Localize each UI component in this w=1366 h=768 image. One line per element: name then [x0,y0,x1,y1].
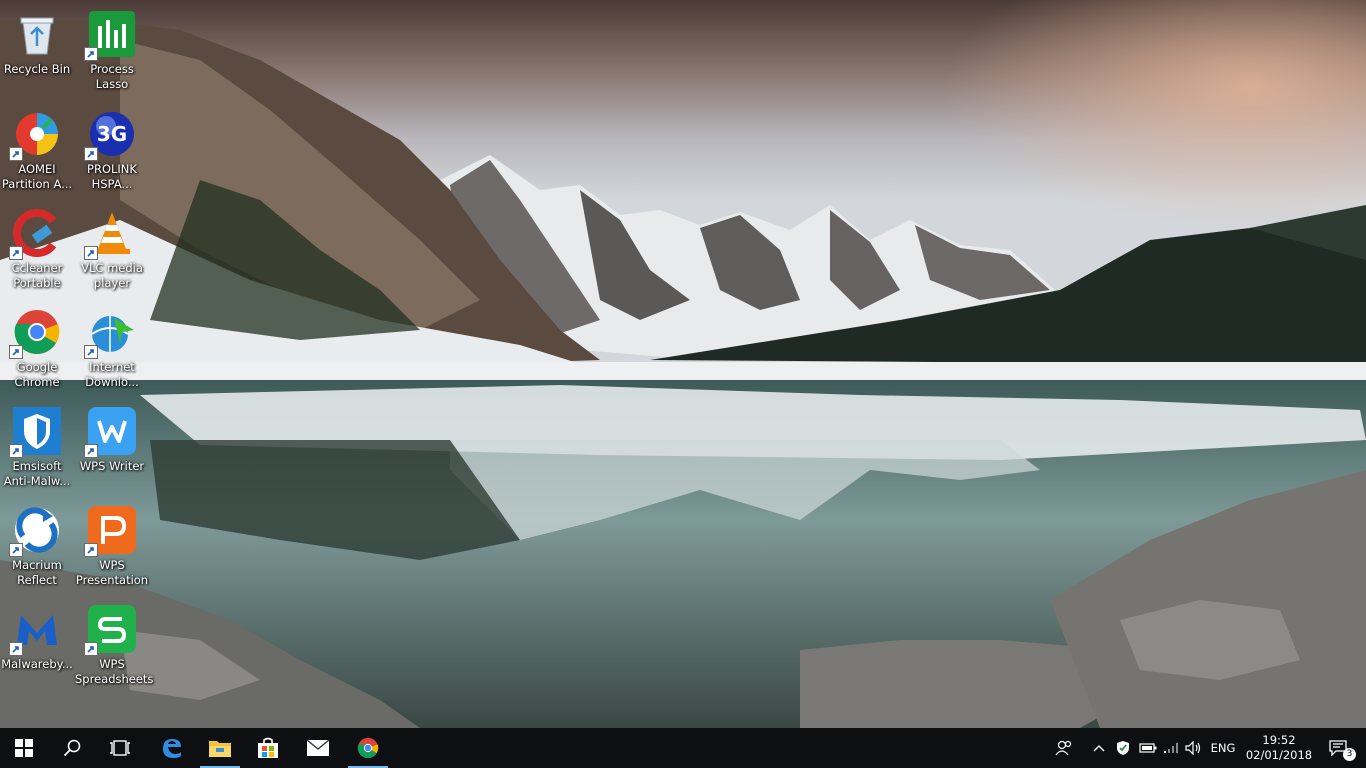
network-tray-button[interactable] [1160,728,1182,768]
shield-icon [1117,741,1129,755]
ccleaner-icon [9,209,61,260]
task-view-button[interactable] [96,728,144,768]
store-icon [258,737,278,758]
desktop-icon-label: Process Lasso [90,62,134,91]
desktop-icon-emsisoft[interactable]: Emsisoft Anti-Malw... [0,401,74,491]
desktop-icon-vlc[interactable]: VLC media player [75,203,149,293]
desktop-icon-label: Macrium Reflect [12,558,62,587]
desktop-icon-wps-presentation[interactable]: WPS Presentation [75,500,149,590]
start-icon [15,739,33,757]
desktop-icon-label: Malwareby... [1,657,73,671]
shortcut-arrow-icon [84,543,98,557]
clock-time: 19:52 [1262,733,1296,747]
defender-tray-button[interactable] [1112,728,1134,768]
vlc-icon [84,209,136,260]
desktop-icon-malwarebytes[interactable]: Malwareby... [0,599,74,689]
desktop-icon-ccleaner[interactable]: Ccleaner Portable [0,203,74,293]
macrium-reflect-icon [9,506,61,557]
clock-button[interactable]: 19:52 02/01/2018 [1240,728,1318,768]
desktop-icon-prolink-hspa[interactable]: 3G PROLINK HSPA... [75,104,149,194]
desktop: Recycle Bin Process Lasso AOMEI Partitio… [0,0,1366,728]
shortcut-arrow-icon [9,246,23,260]
prolink-3g-icon: 3G [84,110,136,161]
shortcut-arrow-icon [9,642,23,656]
desktop-icon-internet-download-manager[interactable]: Internet Downlo... [75,302,149,392]
desktop-icon-label: Google Chrome [14,360,60,389]
emsisoft-icon [9,407,61,458]
desktop-icon-aomei-partition[interactable]: AOMEI Partition A... [0,104,74,194]
chrome-icon [9,308,61,359]
speaker-icon [1185,741,1201,755]
taskbar-file-explorer[interactable] [196,728,244,768]
shortcut-arrow-icon [9,543,23,557]
shortcut-arrow-icon [84,47,98,61]
action-center-button[interactable]: 3 [1318,728,1358,768]
people-button[interactable] [1050,728,1078,768]
shortcut-arrow-icon [9,147,23,161]
shortcut-arrow-icon [9,444,23,458]
desktop-icon-label: PROLINK HSPA... [87,162,137,191]
battery-icon [1139,743,1157,753]
edge-icon [163,739,181,758]
start-button[interactable] [0,728,48,768]
taskbar-mail[interactable] [292,728,344,768]
shortcut-arrow-icon [84,147,98,161]
desktop-icon-label: WPS Spreadsheets [75,657,154,686]
taskbar-chrome[interactable] [344,728,392,768]
battery-tray-button[interactable] [1136,728,1160,768]
desktop-icon-label: WPS Presentation [75,558,149,587]
desktop-icon-label: Recycle Bin [3,62,71,76]
desktop-icon-macrium-reflect[interactable]: Macrium Reflect [0,500,74,590]
desktop-icon-label: WPS Writer [79,459,145,473]
recycle-bin-icon [13,10,61,58]
desktop-icon-google-chrome[interactable]: Google Chrome [0,302,74,392]
task-view-icon [110,740,130,756]
shortcut-arrow-icon [84,345,98,359]
show-hidden-icons-button[interactable] [1088,728,1110,768]
people-icon [1055,740,1072,756]
desktop-icon-recycle-bin[interactable]: Recycle Bin [0,4,74,94]
desktop-icon-label: Internet Downlo... [85,360,139,389]
input-language-button[interactable]: ENG [1206,728,1240,768]
taskbar: ENG 19:52 02/01/2018 3 [0,728,1366,768]
desktop-icon-wps-writer[interactable]: WPS Writer [75,401,149,491]
shortcut-arrow-icon [84,444,98,458]
network-signal-icon [1164,743,1178,753]
process-lasso-icon [84,10,136,61]
volume-tray-button[interactable] [1182,728,1206,768]
shortcut-arrow-icon [84,246,98,260]
taskbar-edge[interactable] [148,728,196,768]
internet-download-manager-icon [84,308,136,359]
desktop-icon-label: AOMEI Partition A... [1,162,73,191]
notification-count-badge: 3 [1343,748,1356,761]
wps-presentation-icon [84,506,136,557]
chevron-up-icon [1093,745,1105,752]
desktop-icon-label: Emsisoft Anti-Malw... [3,459,71,488]
taskbar-store[interactable] [244,728,292,768]
svg-text:3G: 3G [97,122,127,146]
shortcut-arrow-icon [9,345,23,359]
input-language-label: ENG [1210,741,1236,755]
wps-spreadsheets-icon [84,605,136,656]
aomei-partition-icon [9,110,61,161]
wps-writer-icon [84,407,136,458]
desktop-icon-process-lasso[interactable]: Process Lasso [75,4,149,94]
search-button[interactable] [48,728,96,768]
desktop-icon-label: VLC media player [81,261,143,290]
chrome-icon [357,737,379,759]
shortcut-arrow-icon [84,642,98,656]
desktop-icon-wps-spreadsheets[interactable]: WPS Spreadsheets [75,599,154,689]
desktop-icon-label: Ccleaner Portable [11,261,63,290]
mail-icon [306,739,330,756]
malwarebytes-icon [9,605,61,656]
search-icon [63,739,81,757]
file-explorer-icon [209,741,231,757]
clock-date: 02/01/2018 [1245,748,1313,762]
